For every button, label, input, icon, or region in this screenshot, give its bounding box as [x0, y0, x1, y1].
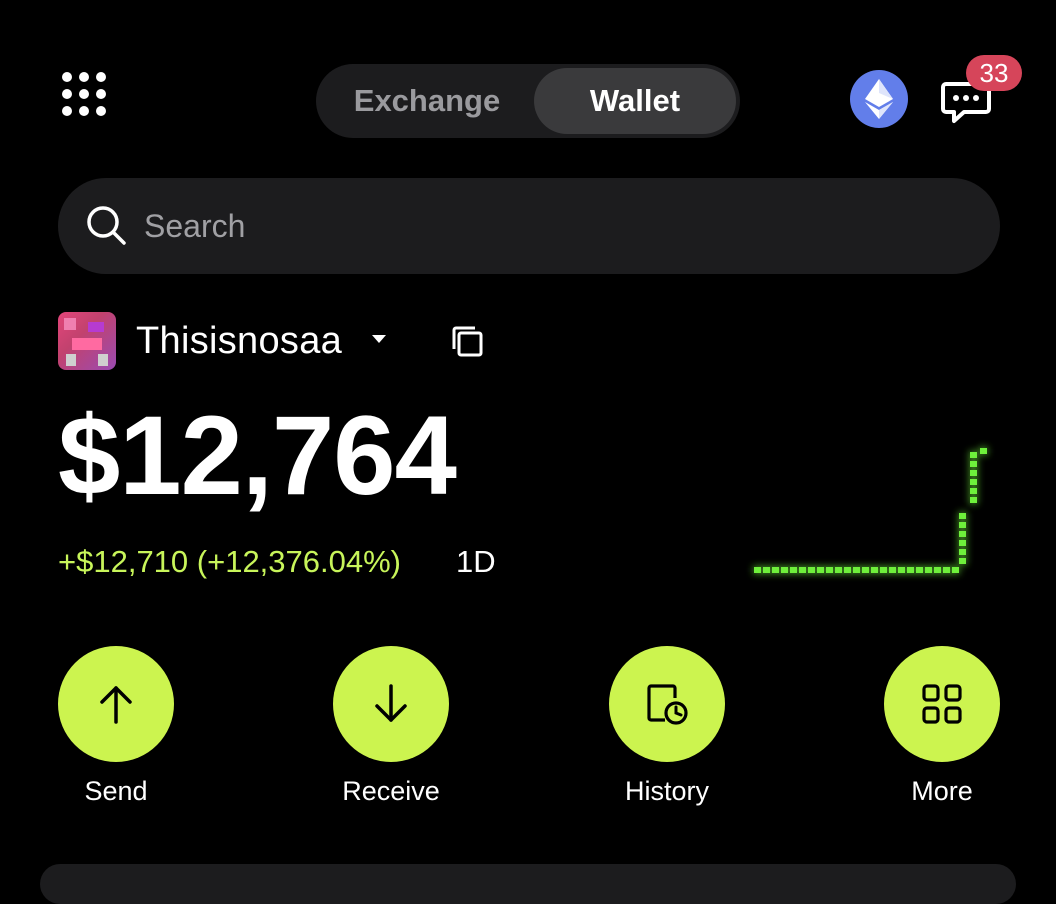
send-label: Send	[84, 776, 148, 806]
copy-icon	[452, 326, 483, 357]
sparkline-segment	[790, 567, 797, 573]
sparkline-segment	[959, 558, 966, 564]
send-circle	[58, 646, 174, 762]
menu-dot	[96, 89, 106, 99]
sparkline-segment	[880, 567, 887, 573]
sparkline-segment	[871, 567, 878, 573]
search-icon	[87, 206, 126, 245]
history-icon	[647, 684, 688, 725]
sparkline-segment	[970, 488, 977, 494]
more-button[interactable]: More	[884, 646, 1000, 806]
portfolio-balance: $12,764	[58, 393, 457, 518]
more-circle	[884, 646, 1000, 762]
network-selector-button[interactable]	[850, 70, 908, 128]
sparkline-segment	[943, 567, 950, 573]
menu-dot	[62, 89, 72, 99]
sparkline-segment	[853, 567, 860, 573]
menu-dot	[79, 106, 89, 116]
sparkline-segment	[799, 567, 806, 573]
avatar-pixel	[66, 354, 76, 366]
sparkline-segment	[772, 567, 779, 573]
portfolio-change: +$12,710 (+12,376.04%)	[58, 544, 401, 579]
sparkline-segment	[970, 452, 977, 458]
sparkline-segment	[970, 479, 977, 485]
avatar-pixel	[88, 322, 104, 332]
sparkline-segment	[934, 567, 941, 573]
avatar-pixel	[98, 354, 108, 366]
sparkline-segment	[898, 567, 905, 573]
sparkline-segment	[916, 567, 923, 573]
sparkline-segment	[970, 470, 977, 476]
sparkline-segment	[826, 567, 833, 573]
account-name[interactable]: Thisisnosaa	[136, 318, 342, 364]
more-label: More	[911, 776, 973, 806]
receive-label: Receive	[342, 776, 440, 806]
search-input[interactable]	[144, 207, 924, 245]
sparkline-segment	[781, 567, 788, 573]
sparkline-segment	[970, 461, 977, 467]
ethereum-icon	[865, 79, 893, 119]
history-label: History	[624, 776, 709, 806]
sparkline-segment	[754, 567, 761, 573]
sparkline-segment	[862, 567, 869, 573]
menu-dot	[62, 72, 72, 82]
menu-dot	[96, 72, 106, 82]
sparkline-segment	[889, 567, 896, 573]
sparkline-segment	[959, 513, 966, 519]
sparkline-segment	[844, 567, 851, 573]
mode-switcher: Exchange Wallet	[316, 64, 740, 138]
menu-dot	[96, 106, 106, 116]
sparkline-segment	[907, 567, 914, 573]
receive-button[interactable]: Receive	[333, 646, 449, 806]
chevron-down-icon[interactable]	[372, 335, 386, 343]
grid-icon	[922, 684, 962, 724]
notification-count-badge: 33	[966, 55, 1022, 91]
sparkline-segment	[835, 567, 842, 573]
copy-address-button[interactable]	[450, 324, 486, 360]
history-circle	[609, 646, 725, 762]
sparkline-segment	[808, 567, 815, 573]
app-menu-button[interactable]	[62, 72, 114, 124]
avatar-pixel	[72, 338, 102, 350]
sparkline-segment	[959, 549, 966, 555]
sparkline-segment	[952, 567, 959, 573]
history-button[interactable]: History	[609, 646, 725, 806]
sparkline-segment	[925, 567, 932, 573]
avatar[interactable]	[58, 312, 116, 370]
receive-circle	[333, 646, 449, 762]
menu-dot	[62, 106, 72, 116]
asset-list-card	[40, 864, 1016, 904]
menu-dot	[79, 89, 89, 99]
tab-exchange[interactable]: Exchange	[320, 68, 534, 134]
avatar-pixel	[64, 318, 76, 330]
sparkline-segment	[959, 531, 966, 537]
sparkline-segment	[959, 540, 966, 546]
period-selector[interactable]: 1D	[456, 542, 496, 582]
send-button[interactable]: Send	[58, 646, 174, 806]
sparkline-chart	[754, 448, 987, 573]
search-bar[interactable]	[58, 178, 1000, 274]
arrow-down-icon	[375, 684, 407, 722]
tab-wallet[interactable]: Wallet	[534, 68, 736, 134]
sparkline-segment	[959, 522, 966, 528]
sparkline-segment	[817, 567, 824, 573]
sparkline-segment	[763, 567, 770, 573]
arrow-up-icon	[100, 686, 132, 724]
sparkline-segment	[980, 448, 987, 454]
menu-dot	[79, 72, 89, 82]
sparkline-segment	[970, 497, 977, 503]
